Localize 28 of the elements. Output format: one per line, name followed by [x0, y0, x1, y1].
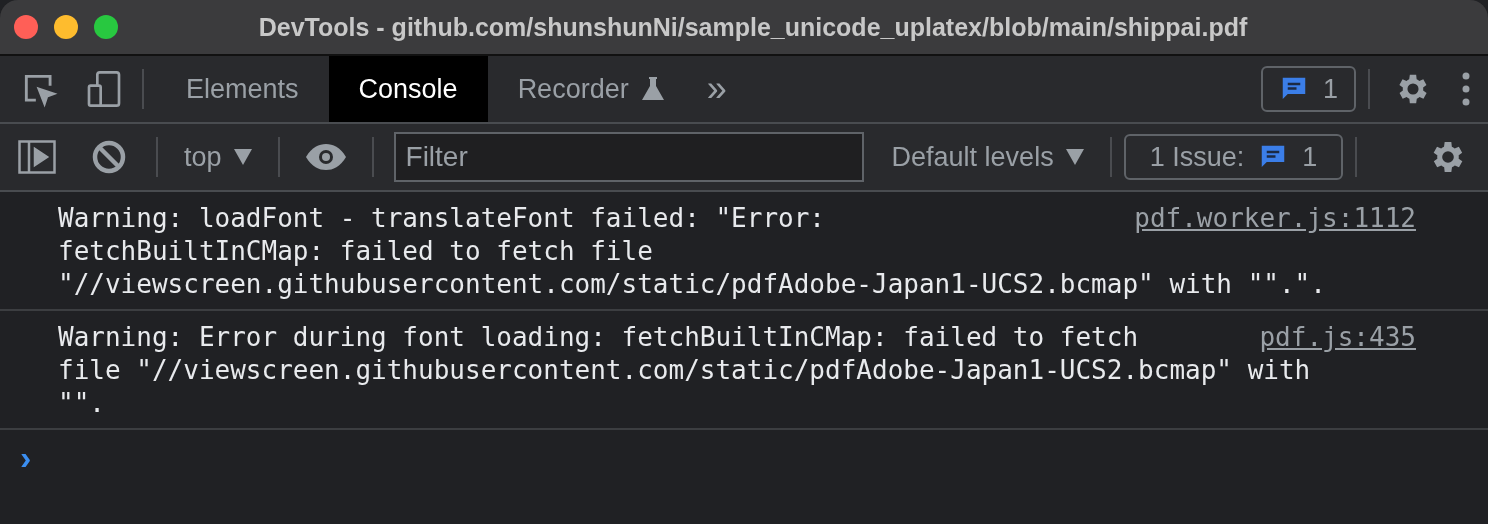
context-dropdown[interactable]: top: [178, 140, 258, 174]
eye-icon[interactable]: [305, 144, 346, 170]
warning-text-line: "".: [58, 387, 105, 420]
levels-dropdown[interactable]: Default levels: [885, 140, 1090, 174]
panel-tab[interactable]: Elements: [156, 56, 329, 122]
issues-badge[interactable]: 1: [1260, 66, 1356, 112]
prompt-icon: ›: [0, 430, 1488, 485]
minimize-window-button[interactable]: [54, 15, 78, 39]
dropdown-icon: [1065, 149, 1084, 165]
clear-console-icon[interactable]: [92, 140, 126, 174]
sidebar-toggle-icon[interactable]: [18, 140, 56, 174]
dropdown-icon: [233, 149, 252, 165]
close-window-button[interactable]: [14, 15, 38, 39]
more-tabs-button[interactable]: »: [706, 68, 727, 110]
source-link[interactable]: pdf.worker.js:1112: [1134, 202, 1416, 235]
panel-tab[interactable]: Console: [328, 56, 488, 122]
zoom-window-button[interactable]: [94, 15, 118, 39]
warning-text-line: fetchBuiltInCMap: failed to fetch file: [58, 235, 653, 268]
warning-text-line: "//viewscreen.githubusercontent.com/static/pdfAdobe-Japan1-UCS2.bcmap" with "".".: [58, 268, 1326, 301]
warning-text-line: file "//viewscreen.githubusercontent.com/static/pdfAdobe-Japan1-UCS2.bcmap" with: [58, 354, 1311, 387]
issues-button[interactable]: 1 Issue: 1: [1123, 134, 1344, 180]
filter-field[interactable]: Filter: [393, 132, 864, 182]
warning-text-line: Warning: Error during font loading: fetchBuiltInCMap: failed to fetch: [58, 321, 1139, 354]
window-title: DevTools - github.com/shunshunNi/sample_unicode_uplatex/blob/main/shippai.pdf: [257, 12, 1249, 42]
source-link[interactable]: pdf.js:435: [1259, 321, 1416, 354]
warning-text-line: Warning: loadFont - translateFont failed: "Error:: [58, 202, 825, 235]
panel-tab[interactable]: Recorder: [487, 56, 695, 122]
more-options-icon[interactable]: [1462, 71, 1470, 107]
